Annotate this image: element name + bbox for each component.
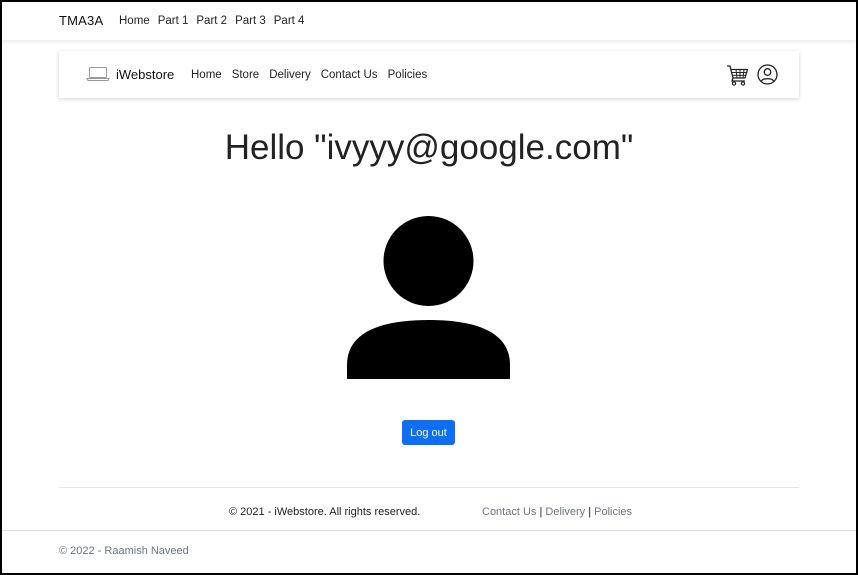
- store-navbar: iWebstore Home Store Delivery Contact Us…: [59, 51, 799, 98]
- top-nav-part-1[interactable]: Part 1: [158, 15, 189, 27]
- user-avatar-icon: [347, 216, 510, 379]
- store-nav-store[interactable]: Store: [232, 69, 260, 81]
- footer-contact-us-link[interactable]: Contact Us: [482, 506, 536, 518]
- footer-separator: |: [539, 506, 543, 518]
- footer-links: Contact Us | Delivery | Policies: [482, 506, 632, 518]
- user-circle-icon[interactable]: [757, 64, 778, 85]
- top-nav-home[interactable]: Home: [119, 15, 150, 27]
- top-nav-part-2[interactable]: Part 2: [196, 15, 227, 27]
- greeting-heading: Hello "ivyyy@google.com": [224, 128, 634, 167]
- store-nav-delivery[interactable]: Delivery: [269, 69, 311, 81]
- page-footer-divider: [2, 530, 856, 531]
- top-nav-part-4[interactable]: Part 4: [274, 15, 305, 27]
- page-credit: © 2022 - Raamish Naveed: [59, 545, 189, 557]
- footer-copyright: © 2021 - iWebstore. All rights reserved.: [229, 506, 421, 518]
- cart-icon[interactable]: [726, 64, 750, 86]
- store-nav-policies[interactable]: Policies: [388, 69, 428, 81]
- logout-button[interactable]: Log out: [402, 420, 455, 445]
- top-navbar: TMA3A Home Part 1 Part 2 Part 3 Part 4: [2, 2, 856, 40]
- footer-delivery-link[interactable]: Delivery: [545, 506, 585, 518]
- store-nav-links: Home Store Delivery Contact Us Policies: [191, 69, 437, 81]
- footer-policies-link[interactable]: Policies: [594, 506, 632, 518]
- store-nav-home[interactable]: Home: [191, 69, 222, 81]
- store-brand[interactable]: iWebstore: [116, 67, 174, 82]
- laptop-icon: [86, 67, 110, 81]
- store-nav-contact-us[interactable]: Contact Us: [321, 69, 378, 81]
- top-nav-links: Home Part 1 Part 2 Part 3 Part 4: [119, 15, 312, 27]
- footer-separator: |: [588, 506, 592, 518]
- top-nav-part-3[interactable]: Part 3: [235, 15, 266, 27]
- footer-divider: [59, 487, 799, 488]
- top-brand[interactable]: TMA3A: [59, 13, 103, 28]
